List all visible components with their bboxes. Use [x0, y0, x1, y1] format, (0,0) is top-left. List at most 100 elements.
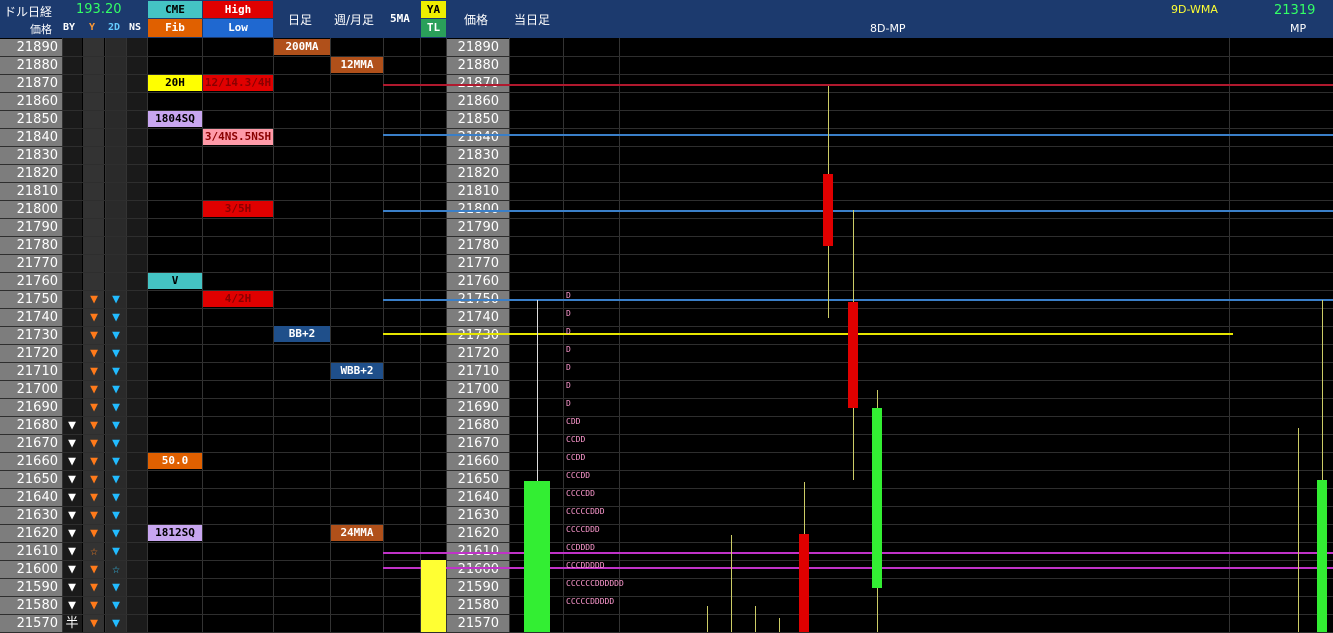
price-cell-right: 21660: [447, 453, 509, 470]
price-cell-right: 21760: [447, 273, 509, 290]
grid-row-line: [0, 398, 1333, 399]
down-arrow-cyan-icon: ▼: [112, 400, 120, 415]
price-cell-right: 21740: [447, 309, 509, 326]
down-arrow-white-icon: ▼: [68, 472, 76, 487]
grid-row-line: [0, 290, 1333, 291]
price-cell: 21660: [0, 453, 62, 470]
price-cell: 21880: [0, 57, 62, 74]
down-arrow-orange-icon: ▼: [90, 454, 98, 469]
down-arrow-orange-icon: ▼: [90, 418, 98, 433]
grid-row-line: [0, 488, 1333, 489]
high-header: High: [203, 1, 273, 18]
down-arrow-orange-icon: ▼: [90, 364, 98, 379]
down-arrow-white-icon: ▼: [68, 526, 76, 541]
ma5-header: 5MA: [390, 12, 410, 25]
tpo-row: D: [566, 363, 571, 372]
down-arrow-orange-icon: ▼: [90, 508, 98, 523]
down-arrow-white-icon: ▼: [68, 454, 76, 469]
price-cell-right: 21840: [447, 129, 509, 146]
tpo-row: D: [566, 327, 571, 336]
tag-wbb2: WBB+2: [331, 363, 383, 379]
price-cell: 21570: [0, 615, 62, 632]
wma-label: 9D-WMA: [1171, 3, 1218, 16]
pair-value: 193.20: [76, 2, 122, 17]
down-arrow-cyan-icon: ▼: [112, 490, 120, 505]
candle-red: [823, 174, 833, 246]
grid-row-line: [0, 92, 1333, 93]
down-arrow-white-icon: ▼: [68, 508, 76, 523]
pair-label: ドル日経: [4, 5, 53, 19]
down-arrow-cyan-icon: ▼: [112, 346, 120, 361]
grid-row-line: [0, 362, 1333, 363]
price-cell: 21870: [0, 75, 62, 92]
price-cell-right: 21820: [447, 165, 509, 182]
down-arrow-cyan-icon: ▼: [112, 616, 120, 631]
tag-24mma: 24MMA: [331, 525, 383, 541]
down-arrow-cyan-icon: ▼: [112, 418, 120, 433]
price-cell-right: 21650: [447, 471, 509, 488]
price-cell: 21720: [0, 345, 62, 362]
down-arrow-white-icon: ▼: [68, 598, 76, 613]
down-arrow-cyan-icon: ▼: [112, 472, 120, 487]
tag-fib-50: 50.0: [148, 453, 202, 469]
price-cell: 21650: [0, 471, 62, 488]
price-cell: 21640: [0, 489, 62, 506]
price-header: 価格: [30, 23, 52, 36]
down-arrow-cyan-icon: ▼: [112, 436, 120, 451]
price-cell-right: 21690: [447, 399, 509, 416]
tpo-row: CCDD: [566, 435, 586, 444]
down-arrow-cyan-icon: ▼: [112, 508, 120, 523]
mp-label: MP: [1290, 22, 1307, 35]
down-arrow-cyan-icon: ▼: [112, 544, 120, 559]
grid-row-line: [0, 56, 1333, 57]
candle-red: [848, 302, 858, 408]
grid-row-line: [0, 200, 1333, 201]
tag-bb2: BB+2: [274, 326, 330, 342]
candle-today-green: [524, 481, 550, 632]
ya-header: YA: [421, 1, 446, 18]
price-cell: 21670: [0, 435, 62, 452]
today-header: 当日足: [514, 13, 551, 27]
tl-header: TL: [421, 19, 446, 37]
price-cell-right: 21830: [447, 147, 509, 164]
price-cell-right: 21570: [447, 615, 509, 632]
resistance-line-red: [383, 84, 1333, 86]
grid-row-line: [0, 614, 1333, 615]
price-cell: 21800: [0, 201, 62, 218]
tpo-row: CCCCCCDDDDDD: [566, 579, 624, 588]
down-arrow-orange-icon: ▼: [90, 346, 98, 361]
price-cell: 21620: [0, 525, 62, 542]
tag-1804sq: 1804SQ: [148, 111, 202, 127]
down-arrow-orange-icon: ▼: [90, 472, 98, 487]
down-arrow-orange-icon: ▼: [90, 526, 98, 541]
down-arrow-cyan-icon: ▼: [112, 526, 120, 541]
grid-row-line: [0, 470, 1333, 471]
price-cell-right: 21720: [447, 345, 509, 362]
tpo-row: CCCDDDDD: [566, 561, 605, 570]
tpo-row: CCCCDDD: [566, 525, 600, 534]
tag-high-42: 4/2H: [203, 291, 273, 307]
down-arrow-orange-icon: ▼: [90, 436, 98, 451]
price-cell-right: 21620: [447, 525, 509, 542]
down-arrow-white-icon: ▼: [68, 490, 76, 505]
grid-row-line: [0, 182, 1333, 183]
tpo-row: D: [566, 381, 571, 390]
candle-wick: [779, 618, 780, 632]
price-cell: 21760: [0, 273, 62, 290]
price-cell: 21830: [0, 147, 62, 164]
grid-row-line: [0, 308, 1333, 309]
wma-value: 21319: [1274, 3, 1316, 18]
down-arrow-orange-icon: ▼: [90, 328, 98, 343]
price-cell: 21820: [0, 165, 62, 182]
candle-today-wick: [537, 300, 538, 481]
level-line-yellow: [383, 333, 1233, 335]
grid-row-line: [0, 380, 1333, 381]
tag-v: V: [148, 273, 202, 289]
grid-row-line: [0, 560, 1333, 561]
price-cell-right: 21630: [447, 507, 509, 524]
down-arrow-cyan-icon: ▼: [112, 454, 120, 469]
price-cell-right: 21640: [447, 489, 509, 506]
price-cell: 21610: [0, 543, 62, 560]
grid-row-line: [0, 254, 1333, 255]
price-cell: 21730: [0, 327, 62, 344]
